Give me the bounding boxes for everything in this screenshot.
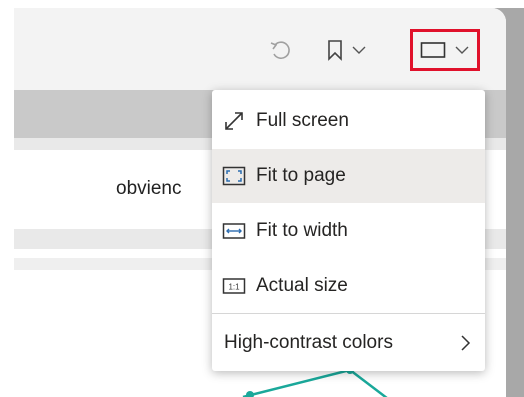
report-text: obvienc bbox=[116, 178, 182, 199]
menu-item-fit-to-page[interactable]: Fit to page bbox=[212, 149, 485, 203]
chart-point bbox=[246, 391, 254, 397]
view-chevron-down-icon bbox=[455, 46, 469, 54]
menu-item-label: Fit to page bbox=[256, 165, 346, 186]
menu-item-label: High-contrast colors bbox=[224, 332, 393, 353]
menu-item-label: Full screen bbox=[256, 110, 349, 131]
menu-item-label: Actual size bbox=[256, 275, 348, 296]
menu-item-full-screen[interactable]: Full screen bbox=[212, 94, 485, 148]
menu-item-actual-size[interactable]: 1:1 Actual size bbox=[212, 259, 485, 313]
menu-item-label: Fit to width bbox=[256, 220, 348, 241]
view-button[interactable] bbox=[410, 29, 480, 71]
undo-icon bbox=[270, 41, 290, 60]
frame-margin bbox=[0, 0, 14, 397]
actual-size-icon: 1:1 bbox=[222, 274, 246, 298]
full-screen-icon bbox=[222, 109, 246, 133]
menu-divider bbox=[212, 313, 485, 314]
undo-button[interactable] bbox=[269, 39, 293, 61]
view-icon bbox=[420, 42, 446, 58]
fit-to-width-icon bbox=[222, 219, 246, 243]
fit-to-page-icon bbox=[222, 164, 246, 188]
frame-margin-top bbox=[0, 0, 524, 8]
menu-item-high-contrast[interactable]: High-contrast colors bbox=[212, 316, 485, 370]
bookmark-icon bbox=[328, 40, 342, 61]
view-menu: Full screen Fit to page Fit to width 1:1… bbox=[212, 90, 485, 371]
menu-item-fit-to-width[interactable]: Fit to width bbox=[212, 204, 485, 258]
chevron-down-icon bbox=[352, 46, 366, 54]
report-screen: obvienc Full screen Fit to page Fit to w… bbox=[14, 8, 506, 397]
actual-size-glyph: 1:1 bbox=[228, 283, 240, 292]
toolbar bbox=[14, 8, 506, 90]
chevron-right-icon bbox=[461, 335, 471, 351]
bookmark-button[interactable] bbox=[327, 39, 367, 61]
